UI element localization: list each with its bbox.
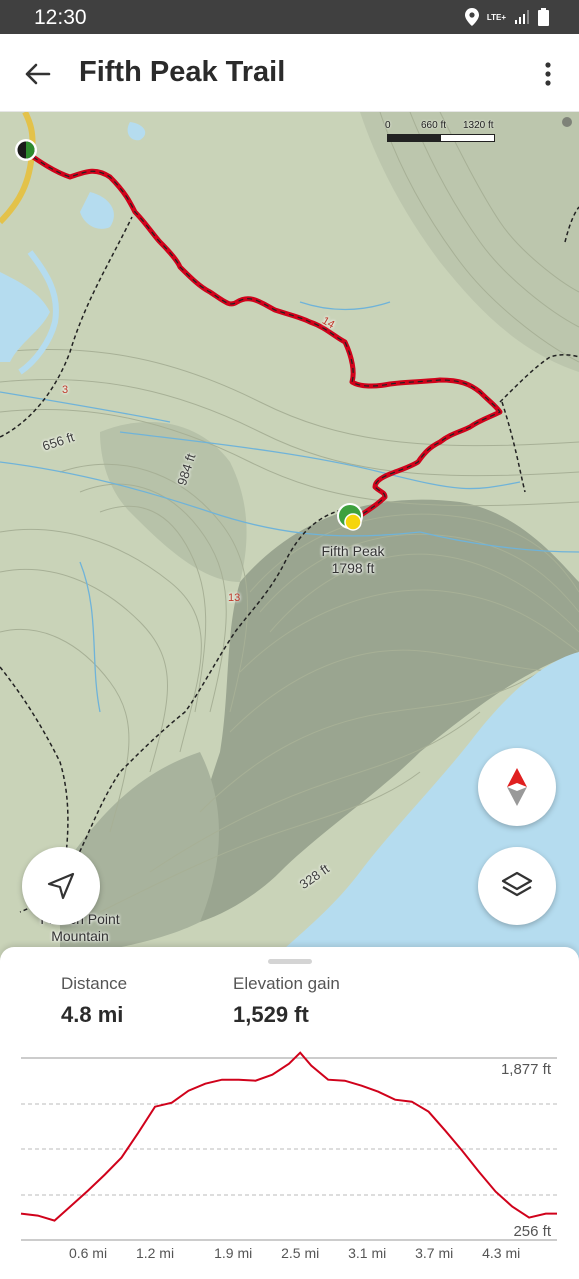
trail-number-13: 13 xyxy=(228,592,241,604)
back-button[interactable] xyxy=(20,56,56,92)
trail-number-3: 3 xyxy=(62,384,69,396)
app-screen: 12:30 LTE+ Fifth Peak Trail 0 660 ft 132… xyxy=(0,0,579,1279)
layers-icon xyxy=(501,871,533,897)
sheet-drag-handle[interactable] xyxy=(268,959,312,964)
compass-icon xyxy=(507,768,527,806)
scale-zero: 0 xyxy=(385,120,391,131)
x-tick-label: 0.6 mi xyxy=(68,1245,108,1261)
signal-icon xyxy=(515,10,529,24)
y-tick-min: 256 ft xyxy=(513,1223,551,1240)
elevation-gain-label: Elevation gain xyxy=(233,974,340,993)
distance-label: Distance xyxy=(61,974,128,993)
x-tick-label: 2.5 mi xyxy=(281,1245,320,1261)
map-view[interactable]: 0 660 ft 1320 ft 656 ft 984 ft 328 ft 3 … xyxy=(0,112,579,962)
peak-name: Fifth Peak xyxy=(321,543,385,559)
compass-button[interactable] xyxy=(478,748,556,826)
x-tick-label: 4.3 mi xyxy=(482,1245,521,1261)
x-tick-label: 3.7 mi xyxy=(415,1245,454,1261)
x-tick-label: 1.2 mi xyxy=(135,1245,175,1261)
app-bar: Fifth Peak Trail xyxy=(0,34,579,112)
trail-start-marker xyxy=(15,139,37,161)
map-scale-bar: 0 660 ft 1320 ft xyxy=(385,120,515,146)
map-terrain xyxy=(0,112,579,962)
map-layers-button[interactable] xyxy=(478,847,556,925)
distance-stat: Distance 4.8 mi xyxy=(61,974,127,1028)
x-tick-label: 1.9 mi xyxy=(214,1245,253,1261)
x-tick-label: 3.1 mi xyxy=(348,1245,387,1261)
elevation-profile-chart[interactable]: 1,877 ft 256 ft 0.6 mi 1.2 mi 1.9 mi 2.5 mi… xyxy=(0,1050,579,1279)
status-time: 12:30 xyxy=(34,6,87,29)
peak-label: Fifth Peak 1798 ft xyxy=(300,543,406,577)
y-tick-max: 1,877 ft xyxy=(500,1061,551,1078)
page-title: Fifth Peak Trail xyxy=(79,56,286,88)
scale-bar-graphic xyxy=(387,134,495,142)
battery-icon xyxy=(538,8,549,26)
my-location-button[interactable] xyxy=(22,847,100,925)
elevation-gain-stat: Elevation gain 1,529 ft xyxy=(233,974,340,1028)
more-vertical-icon xyxy=(545,62,551,86)
peak-elevation: 1798 ft xyxy=(331,560,375,576)
more-options-button[interactable] xyxy=(533,56,563,92)
status-bar: 12:30 LTE+ xyxy=(0,0,579,34)
back-arrow-icon xyxy=(25,63,51,85)
scale-mid: 660 ft xyxy=(421,120,447,131)
scale-end: 1320 ft xyxy=(463,120,494,131)
compass-tick xyxy=(562,117,572,127)
navigation-arrow-icon xyxy=(47,872,75,900)
elevation-gain-value: 1,529 ft xyxy=(233,1002,309,1027)
distance-value: 4.8 mi xyxy=(61,1002,124,1027)
status-icons: LTE+ xyxy=(464,6,549,28)
network-type: LTE+ xyxy=(486,12,506,22)
location-icon xyxy=(464,8,479,26)
